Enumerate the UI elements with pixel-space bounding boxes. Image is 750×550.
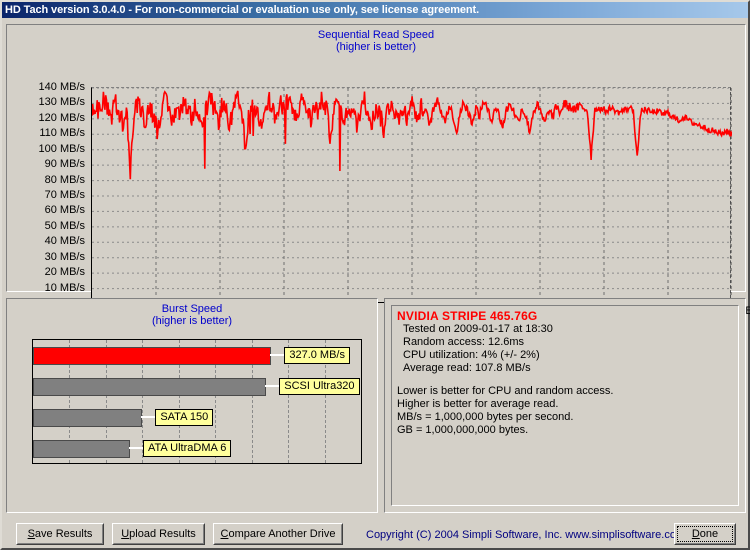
burst-title-text: Burst Speed xyxy=(161,303,223,315)
burst-bar xyxy=(33,440,130,459)
sequential-y-label: 70 MB/s xyxy=(44,189,85,201)
sequential-plot-area xyxy=(91,87,732,304)
sequential-title-text: Sequential Read Speed xyxy=(317,29,435,41)
sequential-y-label: 120 MB/s xyxy=(38,111,85,124)
burst-callout-leader xyxy=(141,416,156,419)
note-gb-definition: GB = 1,000,000,000 bytes. xyxy=(397,424,529,436)
sequential-subtitle-text: (higher is better) xyxy=(335,41,417,53)
sequential-read-curve xyxy=(92,88,732,304)
copyright-text: Copyright (C) 2004 Simpli Software, Inc.… xyxy=(366,529,686,541)
note-lower-better: Lower is better for CPU and random acces… xyxy=(397,385,614,397)
upload-results-button[interactable]: Upload Results xyxy=(112,523,205,545)
window-title-bar: HD Tach version 3.0.4.0 - For non-commer… xyxy=(2,2,748,18)
sequential-y-label: 90 MB/s xyxy=(44,158,85,171)
sequential-y-label: 40 MB/s xyxy=(44,235,85,248)
random-access-label: Random access: 12.6ms xyxy=(403,336,525,348)
note-mbs-definition: MB/s = 1,000,000 bytes per second. xyxy=(397,411,574,423)
sequential-y-label: 80 MB/s xyxy=(44,173,85,186)
done-label: Done xyxy=(691,528,719,540)
burst-subtitle-text: (higher is better) xyxy=(151,315,233,327)
sequential-y-label: 20 MB/s xyxy=(44,266,85,279)
drive-name-label: NVIDIA STRIPE 465.76G xyxy=(397,309,538,323)
sequential-y-label: 140 MB/s xyxy=(38,81,85,93)
compare-another-drive-button[interactable]: Compare Another Drive xyxy=(213,523,343,545)
compare-drive-label: Compare Another Drive xyxy=(220,528,336,540)
sequential-read-panel: Sequential Read Speed (higher is better)… xyxy=(6,24,750,317)
sequential-y-label: 110 MB/s xyxy=(39,127,85,140)
burst-bar xyxy=(33,346,272,365)
hd-tach-window: HD Tach version 3.0.4.0 - For non-commer… xyxy=(0,0,750,550)
burst-bar xyxy=(33,409,143,428)
note-higher-better: Higher is better for average read. xyxy=(397,398,559,410)
sequential-y-label: 50 MB/s xyxy=(44,219,85,232)
burst-callout-label: ATA UltraDMA 6 xyxy=(142,440,232,458)
drive-info-box: NVIDIA STRIPE 465.76G Tested on 2009-01-… xyxy=(391,305,739,506)
burst-bar xyxy=(33,377,267,396)
sequential-y-label: 100 MB/s xyxy=(38,142,85,155)
sequential-y-label: 30 MB/s xyxy=(44,250,85,263)
burst-callout-label: SCSI Ultra320 xyxy=(279,377,360,395)
burst-callout-label: 327.0 MB/s xyxy=(284,346,350,364)
drive-info-panel: NVIDIA STRIPE 465.76G Tested on 2009-01-… xyxy=(384,298,746,513)
done-button[interactable]: Done xyxy=(674,523,736,545)
save-results-button[interactable]: Save Results xyxy=(16,523,104,545)
upload-results-label: Upload Results xyxy=(121,528,196,540)
average-read-label: Average read: 107.8 MB/s xyxy=(403,362,531,374)
sequential-y-label: 60 MB/s xyxy=(44,204,85,217)
burst-speed-panel: Burst Speed (higher is better) 327.0 MB/… xyxy=(6,298,378,513)
window-title-text: HD Tach version 3.0.4.0 - For non-commer… xyxy=(5,4,480,16)
sequential-y-label: 10 MB/s xyxy=(44,281,85,294)
cpu-utilization-label: CPU utilization: 4% (+/- 2%) xyxy=(403,349,540,361)
burst-callout-label: SATA 150 xyxy=(155,409,214,427)
save-results-label: Save Results xyxy=(27,528,93,540)
sequential-y-label: 130 MB/s xyxy=(38,96,85,109)
burst-callout-leader xyxy=(270,353,285,356)
burst-callout-leader xyxy=(128,447,143,450)
burst-chart-title: Burst Speed (higher is better) xyxy=(7,299,377,327)
burst-callout-leader xyxy=(265,384,280,387)
sequential-chart-title: Sequential Read Speed (higher is better) xyxy=(7,25,745,53)
tested-on-label: Tested on 2009-01-17 at 18:30 xyxy=(403,323,553,335)
